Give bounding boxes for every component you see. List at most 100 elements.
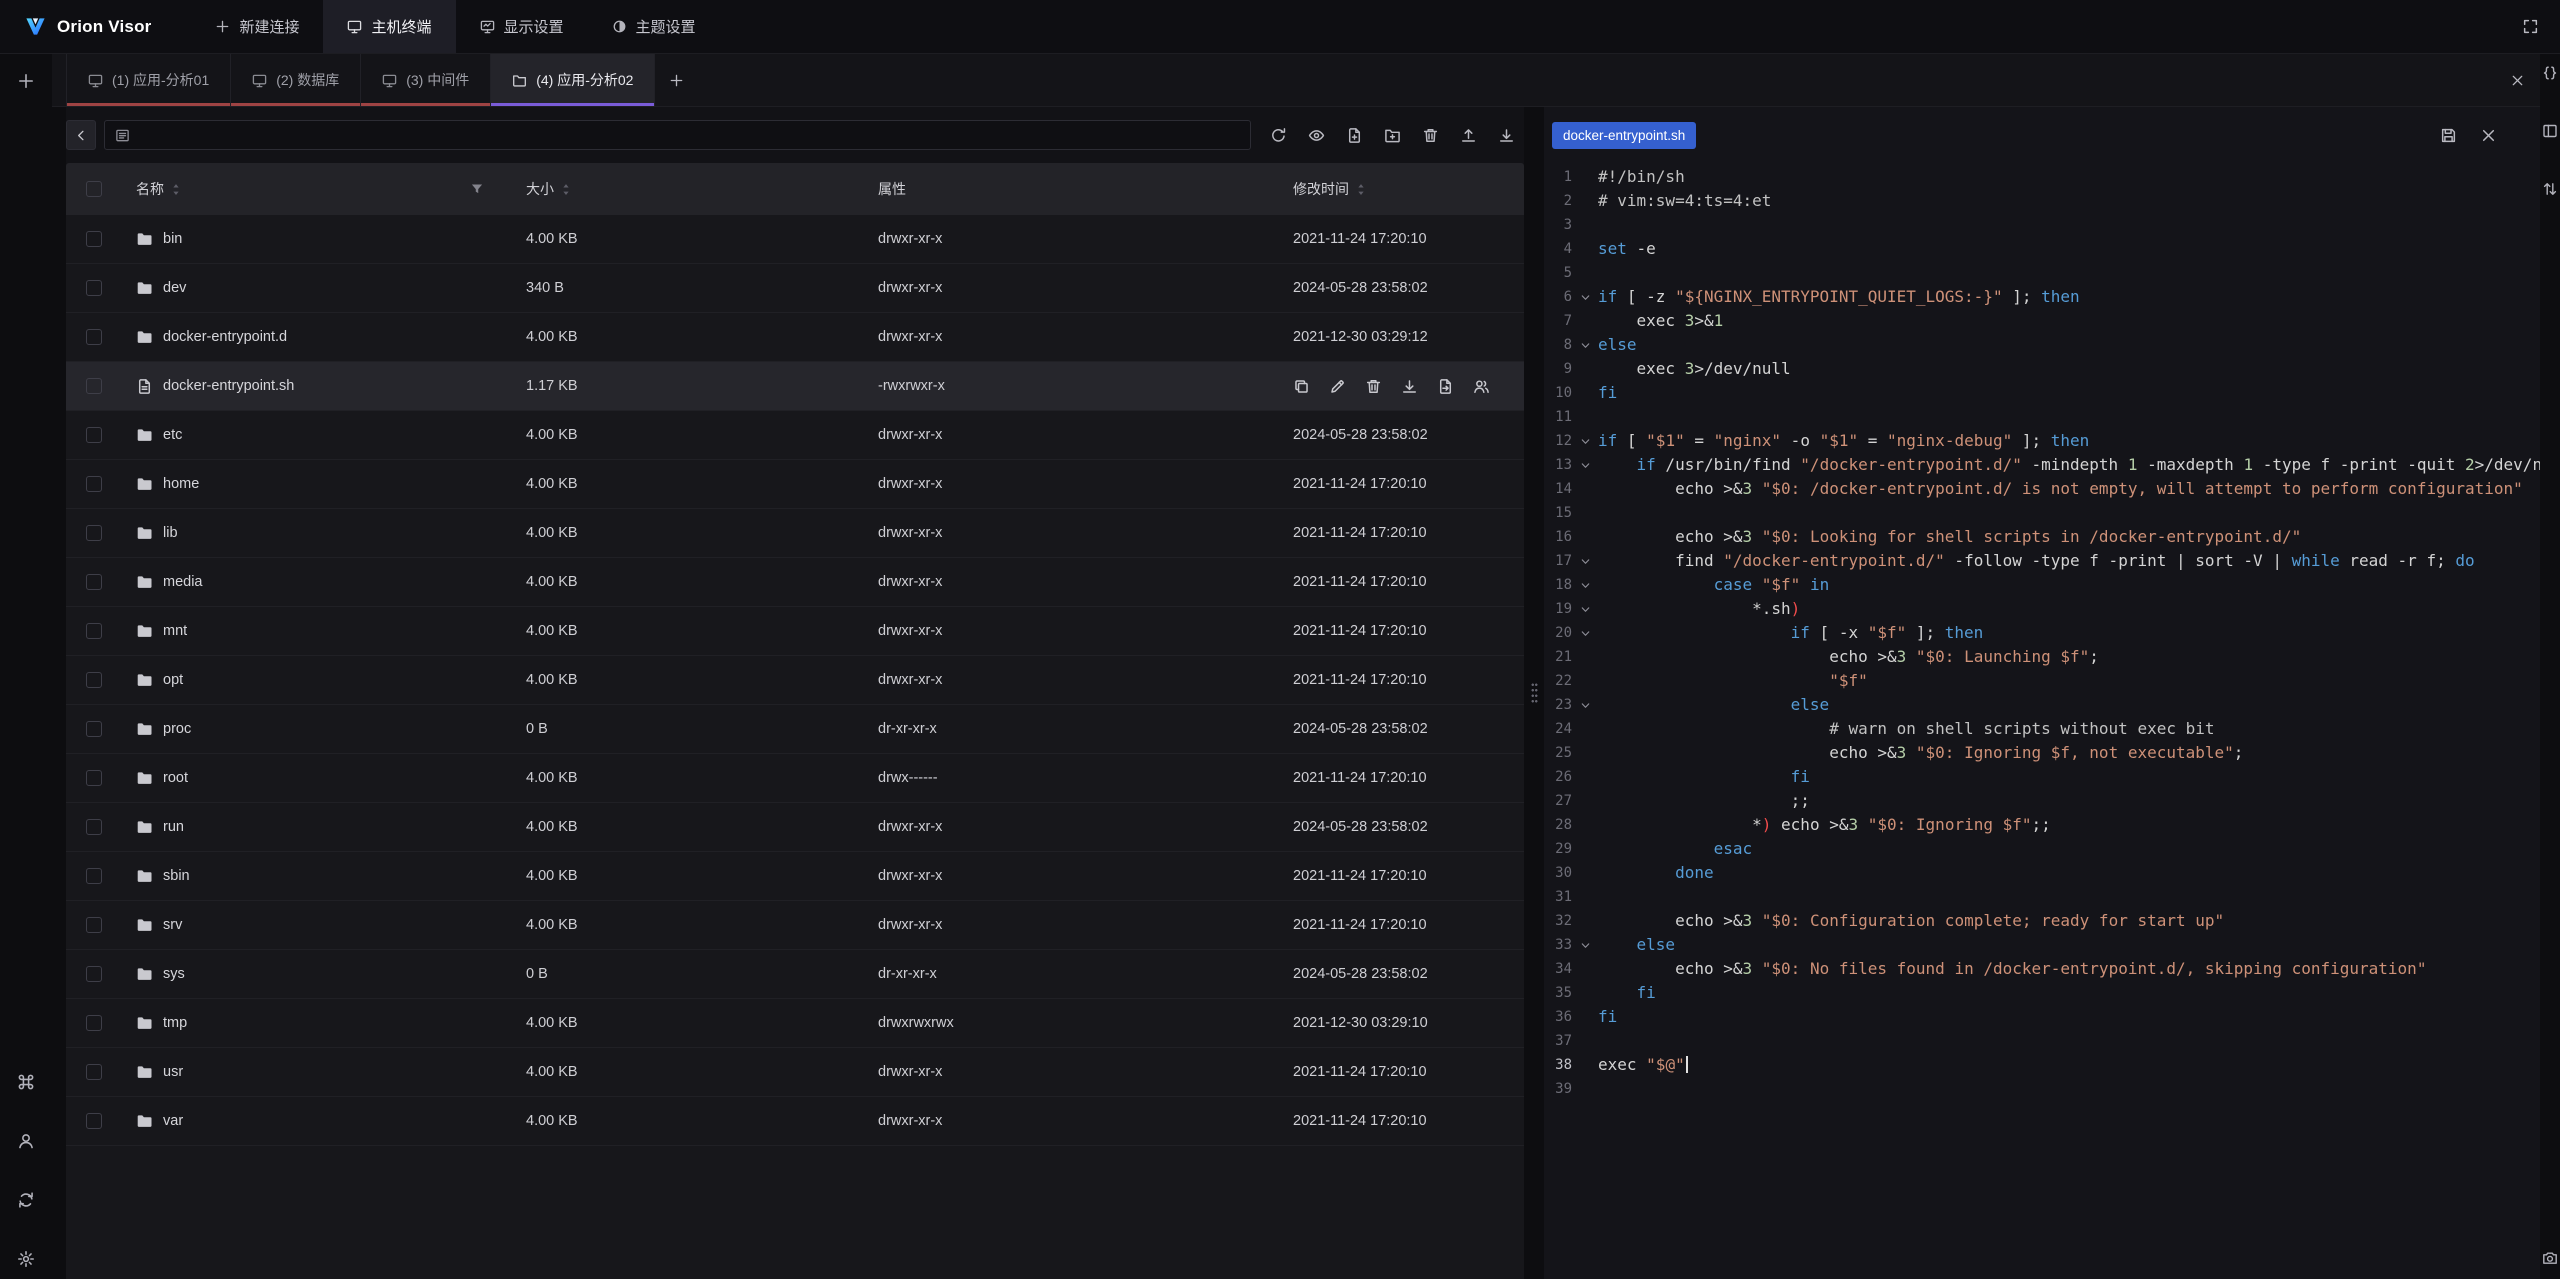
table-row[interactable]: bin4.00 KBdrwxr-xr-x2021-11-24 17:20:10 [66, 215, 1524, 264]
table-row[interactable]: usr4.00 KBdrwxr-xr-x2021-11-24 17:20:10 [66, 1048, 1524, 1097]
table-row[interactable]: proc0 Bdr-xr-xr-x2024-05-28 23:58:02 [66, 705, 1524, 754]
file-name[interactable]: root [163, 770, 188, 786]
close-all-tabs-button[interactable] [2496, 54, 2538, 106]
table-row[interactable]: mnt4.00 KBdrwxr-xr-x2021-11-24 17:20:10 [66, 607, 1524, 656]
delete-button[interactable] [1415, 120, 1446, 150]
file-name[interactable]: media [163, 574, 203, 590]
panel-resize-handle[interactable] [1524, 107, 1544, 1279]
save-file-button[interactable] [2436, 123, 2460, 147]
table-row[interactable]: lib4.00 KBdrwxr-xr-x2021-11-24 17:20:10 [66, 509, 1524, 558]
transfer-list-button[interactable] [2541, 180, 2559, 198]
file-name[interactable]: docker-entrypoint.d [163, 329, 287, 345]
fold-chevron-icon[interactable] [1579, 555, 1592, 568]
file-name[interactable]: dev [163, 280, 186, 296]
row-checkbox[interactable] [86, 280, 102, 296]
row-checkbox[interactable] [86, 868, 102, 884]
file-name[interactable]: lib [163, 525, 178, 541]
row-checkbox[interactable] [86, 1064, 102, 1080]
move-action-icon[interactable] [1437, 378, 1454, 395]
row-checkbox[interactable] [86, 427, 102, 443]
fold-chevron-icon[interactable] [1579, 459, 1592, 472]
table-row[interactable]: home4.00 KBdrwxr-xr-x2021-11-24 17:20:10 [66, 460, 1524, 509]
row-checkbox[interactable] [86, 574, 102, 590]
download-action-icon[interactable] [1401, 378, 1418, 395]
shortcuts-button[interactable] [12, 1068, 40, 1096]
copy-path-action-icon[interactable] [1293, 378, 1310, 395]
settings-button[interactable] [12, 1245, 40, 1273]
row-checkbox[interactable] [86, 1015, 102, 1031]
user-button[interactable] [12, 1127, 40, 1155]
table-row[interactable]: opt4.00 KBdrwxr-xr-x2021-11-24 17:20:10 [66, 656, 1524, 705]
fullscreen-button[interactable] [2510, 0, 2550, 53]
table-row[interactable]: sys0 Bdr-xr-xr-x2024-05-28 23:58:02 [66, 950, 1524, 999]
fold-chevron-icon[interactable] [1579, 579, 1592, 592]
row-checkbox[interactable] [86, 721, 102, 737]
permission-action-icon[interactable] [1473, 378, 1490, 395]
table-row[interactable]: root4.00 KBdrwx------2021-11-24 17:20:10 [66, 754, 1524, 803]
show-hidden-button[interactable] [1301, 120, 1332, 150]
file-name[interactable]: etc [163, 427, 182, 443]
delete-action-icon[interactable] [1365, 378, 1382, 395]
row-checkbox[interactable] [86, 917, 102, 933]
row-checkbox[interactable] [86, 623, 102, 639]
fold-chevron-icon[interactable] [1579, 603, 1592, 616]
row-checkbox[interactable] [86, 1113, 102, 1129]
row-checkbox[interactable] [86, 966, 102, 982]
close-editor-button[interactable] [2476, 123, 2500, 147]
file-name[interactable]: run [163, 819, 184, 835]
table-row[interactable]: docker-entrypoint.sh1.17 KB-rwxrwxr-x [66, 362, 1524, 411]
path-list-icon[interactable] [115, 128, 130, 143]
table-row[interactable]: dev340 Bdrwxr-xr-x2024-05-28 23:58:02 [66, 264, 1524, 313]
refresh-button[interactable] [1263, 120, 1294, 150]
sort-modified-icon[interactable] [1356, 182, 1366, 197]
table-row[interactable]: media4.00 KBdrwxr-xr-x2021-11-24 17:20:1… [66, 558, 1524, 607]
row-checkbox[interactable] [86, 672, 102, 688]
session-tab-4[interactable]: (4) 应用-分析02 [491, 54, 655, 106]
screenshot-button[interactable] [2541, 1249, 2559, 1267]
row-checkbox[interactable] [86, 329, 102, 345]
open-file-tag[interactable]: docker-entrypoint.sh [1552, 122, 1696, 149]
row-checkbox[interactable] [86, 819, 102, 835]
upload-button[interactable] [1453, 120, 1484, 150]
file-name[interactable]: tmp [163, 1015, 187, 1031]
table-row[interactable]: etc4.00 KBdrwxr-xr-x2024-05-28 23:58:02 [66, 411, 1524, 460]
table-row[interactable]: tmp4.00 KBdrwxrwxrwx2021-12-30 03:29:10 [66, 999, 1524, 1048]
file-name[interactable]: home [163, 476, 199, 492]
session-tab-3[interactable]: (3) 中间件 [361, 54, 491, 106]
new-session-button[interactable] [12, 67, 40, 95]
file-name[interactable]: proc [163, 721, 191, 737]
file-name[interactable]: opt [163, 672, 183, 688]
nav-item-new-connection[interactable]: 新建连接 [191, 0, 323, 53]
sync-button[interactable] [12, 1186, 40, 1214]
session-tab-2[interactable]: (2) 数据库 [231, 54, 361, 106]
session-tab-1[interactable]: (1) 应用-分析01 [66, 54, 231, 106]
new-tab-button[interactable] [655, 54, 697, 106]
brand[interactable]: Orion Visor [24, 0, 151, 53]
fold-chevron-icon[interactable] [1579, 627, 1592, 640]
nav-item-theme-settings[interactable]: 主题设置 [588, 0, 720, 53]
filter-name-icon[interactable] [470, 182, 484, 196]
row-checkbox[interactable] [86, 378, 102, 394]
file-name[interactable]: sys [163, 966, 185, 982]
new-file-button[interactable] [1339, 120, 1370, 150]
row-checkbox[interactable] [86, 476, 102, 492]
variables-button[interactable] [2541, 64, 2559, 82]
select-all-checkbox[interactable] [86, 181, 102, 197]
row-checkbox[interactable] [86, 231, 102, 247]
file-name[interactable]: var [163, 1113, 183, 1129]
nav-item-host-terminal[interactable]: 主机终端 [323, 0, 455, 53]
download-button[interactable] [1491, 120, 1522, 150]
code-editor[interactable]: 1#!/bin/sh2# vim:sw=4:ts=4:et34set -e56i… [1544, 163, 2540, 1279]
file-name[interactable]: mnt [163, 623, 187, 639]
fold-chevron-icon[interactable] [1579, 435, 1592, 448]
row-checkbox[interactable] [86, 525, 102, 541]
sort-size-icon[interactable] [561, 182, 571, 197]
edit-action-icon[interactable] [1329, 378, 1346, 395]
fold-chevron-icon[interactable] [1579, 291, 1592, 304]
fold-chevron-icon[interactable] [1579, 699, 1592, 712]
new-folder-button[interactable] [1377, 120, 1408, 150]
sort-name-icon[interactable] [171, 182, 181, 197]
panel-toggle-button[interactable] [2541, 122, 2559, 140]
table-row[interactable]: sbin4.00 KBdrwxr-xr-x2021-11-24 17:20:10 [66, 852, 1524, 901]
file-name[interactable]: bin [163, 231, 182, 247]
